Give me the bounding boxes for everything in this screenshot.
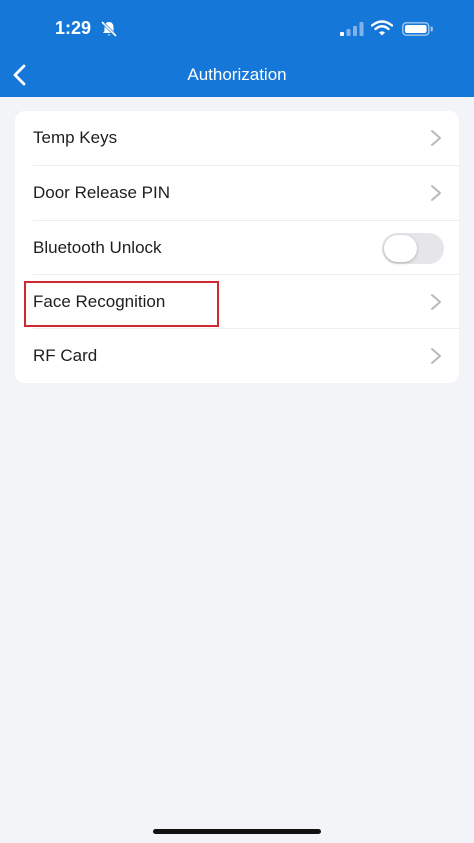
- menu-item-face-recognition[interactable]: Face Recognition: [15, 275, 459, 329]
- chevron-right-icon: [431, 130, 441, 146]
- home-indicator: [153, 829, 321, 834]
- menu-item-label: Door Release PIN: [33, 183, 171, 202]
- menu-item-temp-keys[interactable]: Temp Keys: [15, 111, 459, 165]
- menu-item-label: RF Card: [33, 346, 98, 365]
- page-title: Authorization: [187, 65, 287, 84]
- chevron-right-icon: [431, 185, 441, 201]
- menu-item-label: Bluetooth Unlock: [33, 238, 162, 257]
- bluetooth-unlock-toggle[interactable]: [382, 233, 444, 264]
- battery-icon: [402, 22, 433, 36]
- menu-item-label: Temp Keys: [33, 128, 118, 147]
- menu-item-bluetooth-unlock: Bluetooth Unlock: [15, 221, 459, 275]
- menu-item-door-release-pin[interactable]: Door Release PIN: [15, 166, 459, 220]
- status-bar: 1:29: [0, 0, 474, 56]
- chevron-right-icon: [431, 294, 441, 310]
- toggle-knob: [384, 235, 417, 262]
- cellular-signal-icon: [340, 22, 364, 36]
- status-time: 1:29: [55, 18, 92, 38]
- nav-bar: Authorization: [0, 56, 474, 97]
- wifi-icon: [371, 20, 393, 36]
- menu-item-rf-card[interactable]: RF Card: [15, 329, 459, 383]
- menu-item-label: Face Recognition: [33, 292, 166, 311]
- header: 1:29 Authorization: [0, 0, 474, 97]
- chevron-right-icon: [431, 348, 441, 364]
- authorization-menu: Temp Keys Door Release PIN Bluetooth Unl…: [15, 111, 459, 383]
- bell-slash-icon: [100, 20, 118, 38]
